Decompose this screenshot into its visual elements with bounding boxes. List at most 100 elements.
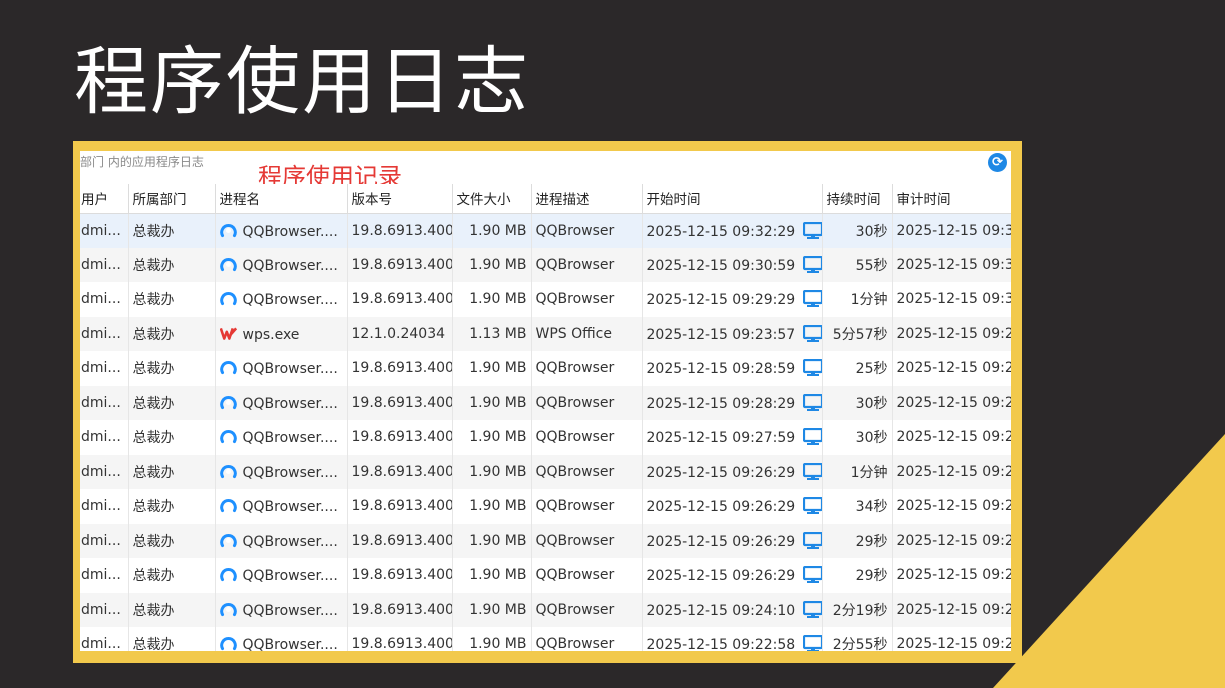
cell-version: 19.8.6913.400 — [347, 454, 453, 489]
column-header-size[interactable]: 文件大小 — [452, 184, 532, 214]
computer-icon[interactable] — [803, 359, 822, 377]
computer-icon[interactable] — [803, 393, 822, 412]
cell-desc: QQBrowser — [531, 385, 643, 420]
cell-dept: 总裁办 — [128, 523, 216, 558]
table-row[interactable]: dmi... 总裁办 QQBrowser.... 19.8.6913.400 1.90 … — [80, 247, 1011, 282]
table-row[interactable]: dmi... 总裁办 QQBrowser.... 19.8.6913.400 1.90 … — [80, 523, 1011, 558]
table-row[interactable]: dmi... 总裁办 QQBrowser.... 19.8.6913.400 1.90 … — [80, 592, 1011, 627]
cell-start: 2025-12-15 09:26:29 — [642, 454, 823, 489]
column-header-audit[interactable]: 审计时间 — [892, 184, 1011, 214]
cell-process: wps.exe — [215, 316, 348, 351]
column-header-version[interactable]: 版本号 — [347, 184, 453, 214]
qqbrowser-icon — [219, 568, 237, 582]
cell-user: dmi... — [80, 316, 129, 351]
column-header-process[interactable]: 进程名 — [215, 184, 348, 214]
cell-user: dmi... — [80, 247, 129, 282]
column-header-desc[interactable]: 进程描述 — [531, 184, 643, 214]
cell-dept: 总裁办 — [128, 489, 216, 524]
app-log-window: 部门 内的应用程序日志 ⟳ 程序使用记录 用户 所属部门 进程名 版本号 文件大小 进程描… — [80, 151, 1011, 651]
computer-icon[interactable] — [803, 221, 822, 240]
cell-size: 1.90 MB — [452, 213, 532, 248]
cell-dept: 总裁办 — [128, 627, 216, 651]
column-header-duration[interactable]: 持续时间 — [822, 184, 893, 214]
qqbrowser-icon — [219, 430, 237, 444]
computer-icon[interactable] — [803, 497, 822, 515]
cell-desc: QQBrowser — [531, 454, 643, 489]
table-row[interactable]: dmi... 总裁办 QQBrowser.... 19.8.6913.400 1.90 … — [80, 420, 1011, 455]
cell-version: 19.8.6913.400 — [347, 558, 453, 593]
cell-audit: 2025-12-15 09:2 — [892, 385, 1011, 420]
cell-start: 2025-12-15 09:26:29 — [642, 558, 823, 593]
computer-icon[interactable] — [803, 635, 822, 651]
computer-icon[interactable] — [803, 600, 822, 619]
cell-version: 19.8.6913.400 — [347, 592, 453, 627]
log-table: 用户 所属部门 进程名 版本号 文件大小 进程描述 开始时间 持续时间 审计时间 dmi... 总… — [80, 184, 1011, 651]
cell-duration: 5分57秒 — [822, 316, 893, 351]
cell-user: dmi... — [80, 351, 129, 386]
computer-icon[interactable] — [803, 566, 822, 584]
column-header-user[interactable]: 用户 — [80, 184, 129, 214]
cell-user: dmi... — [80, 454, 129, 489]
cell-duration: 30秒 — [822, 213, 893, 248]
cell-desc: QQBrowser — [531, 558, 643, 593]
cell-start: 2025-12-15 09:30:59 — [642, 247, 823, 282]
cell-size: 1.13 MB — [452, 316, 532, 351]
computer-icon[interactable] — [803, 428, 822, 446]
column-header-dept[interactable]: 所属部门 — [128, 184, 216, 214]
computer-icon[interactable] — [803, 462, 822, 481]
cell-user: dmi... — [80, 385, 129, 420]
table-row[interactable]: dmi... 总裁办 QQBrowser.... 19.8.6913.400 1.90 … — [80, 454, 1011, 489]
cell-duration: 25秒 — [822, 351, 893, 386]
cell-audit: 2025-12-15 09:2 — [892, 627, 1011, 651]
cell-size: 1.90 MB — [452, 592, 532, 627]
cell-dept: 总裁办 — [128, 351, 216, 386]
table-row[interactable]: dmi... 总裁办 QQBrowser.... 19.8.6913.400 1.90 … — [80, 282, 1011, 317]
table-row[interactable]: dmi... 总裁办 QQBrowser.... 19.8.6913.400 1.90 … — [80, 213, 1011, 248]
cell-duration: 55秒 — [822, 247, 893, 282]
qqbrowser-icon — [219, 499, 237, 513]
cell-size: 1.90 MB — [452, 385, 532, 420]
table-row[interactable]: dmi... 总裁办 wps.exe 12.1.0.24034 1.13 MB WPS O… — [80, 316, 1011, 351]
cell-start: 2025-12-15 09:22:58 — [642, 627, 823, 651]
cell-process: QQBrowser.... — [215, 247, 348, 282]
qqbrowser-icon — [219, 637, 237, 651]
cell-size: 1.90 MB — [452, 420, 532, 455]
table-row[interactable]: dmi... 总裁办 QQBrowser.... 19.8.6913.400 1.90 … — [80, 351, 1011, 386]
cell-audit: 2025-12-15 09:2 — [892, 454, 1011, 489]
cell-user: dmi... — [80, 420, 129, 455]
cell-start: 2025-12-15 09:32:29 — [642, 213, 823, 248]
cell-desc: WPS Office — [531, 316, 643, 351]
cell-duration: 2分19秒 — [822, 592, 893, 627]
qqbrowser-icon — [219, 292, 237, 306]
computer-icon[interactable] — [803, 324, 822, 343]
cell-dept: 总裁办 — [128, 454, 216, 489]
refresh-icon[interactable]: ⟳ — [988, 153, 1007, 172]
cell-process: QQBrowser.... — [215, 627, 348, 651]
table-row[interactable]: dmi... 总裁办 QQBrowser.... 19.8.6913.400 1.90 … — [80, 385, 1011, 420]
cell-desc: QQBrowser — [531, 420, 643, 455]
cell-version: 19.8.6913.400 — [347, 213, 453, 248]
cell-process: QQBrowser.... — [215, 558, 348, 593]
qqbrowser-icon — [219, 395, 237, 409]
cell-desc: QQBrowser — [531, 489, 643, 524]
cell-version: 19.8.6913.400 — [347, 627, 453, 651]
cell-audit: 2025-12-15 09:3 — [892, 282, 1011, 317]
cell-version: 19.8.6913.400 — [347, 523, 453, 558]
cell-process: QQBrowser.... — [215, 385, 348, 420]
cell-duration: 29秒 — [822, 523, 893, 558]
table-row[interactable]: dmi... 总裁办 QQBrowser.... 19.8.6913.400 1.90 … — [80, 489, 1011, 524]
computer-icon[interactable] — [803, 290, 822, 308]
computer-icon[interactable] — [803, 531, 822, 550]
cell-process: QQBrowser.... — [215, 454, 348, 489]
qqbrowser-icon — [219, 533, 237, 547]
cell-process: QQBrowser.... — [215, 282, 348, 317]
cell-dept: 总裁办 — [128, 420, 216, 455]
cell-duration: 29秒 — [822, 558, 893, 593]
table-row[interactable]: dmi... 总裁办 QQBrowser.... 19.8.6913.400 1.90 … — [80, 627, 1011, 651]
cell-start: 2025-12-15 09:28:29 — [642, 385, 823, 420]
cell-process: QQBrowser.... — [215, 351, 348, 386]
table-row[interactable]: dmi... 总裁办 QQBrowser.... 19.8.6913.400 1.90 … — [80, 558, 1011, 593]
cell-duration: 34秒 — [822, 489, 893, 524]
column-header-start[interactable]: 开始时间 — [642, 184, 823, 214]
computer-icon[interactable] — [803, 255, 822, 274]
